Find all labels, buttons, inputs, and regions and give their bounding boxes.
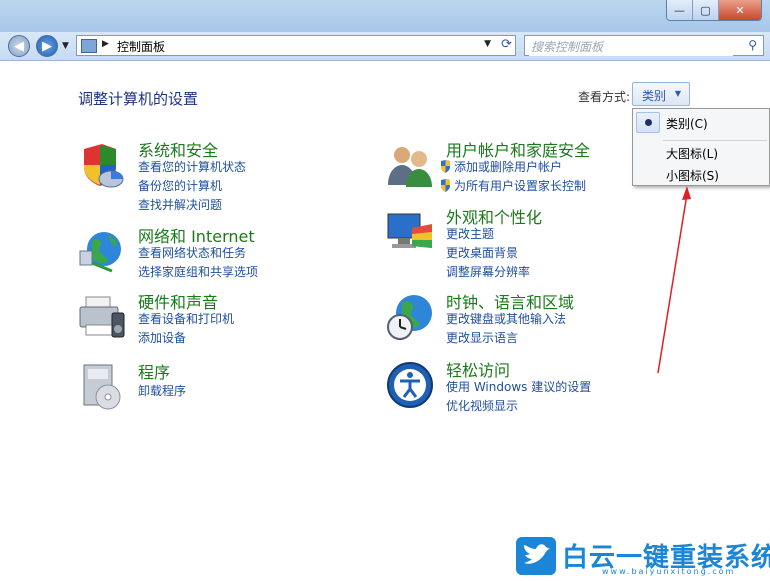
watermark: 白云一键重装系统 www.baiyunxitong.com xyxy=(516,537,770,577)
annotation-arrow xyxy=(657,186,691,374)
watermark-url: www.baiyunxitong.com xyxy=(602,567,736,576)
bird-logo-icon xyxy=(516,537,556,575)
